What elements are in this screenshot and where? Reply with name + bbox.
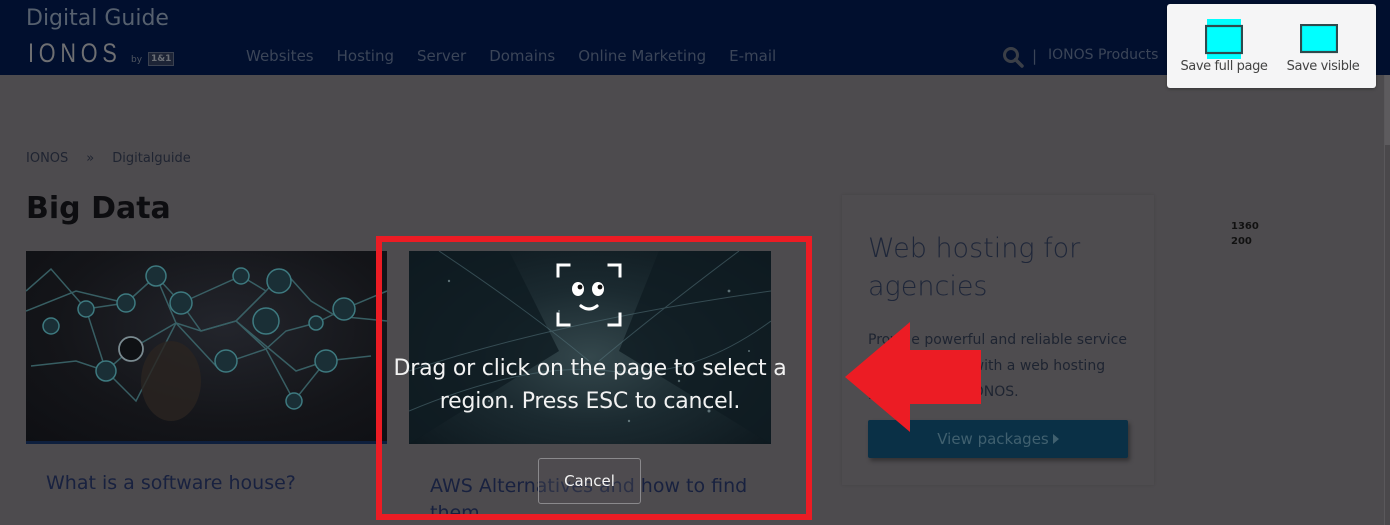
scrollbar-thumb[interactable]: [1385, 75, 1390, 145]
nav-online-marketing[interactable]: Online Marketing: [578, 47, 706, 65]
capture-toolbar: Save full page Save visible: [1167, 4, 1376, 88]
nav-server[interactable]: Server: [417, 47, 466, 65]
page-title: Big Data: [26, 191, 171, 226]
cancel-button[interactable]: Cancel: [538, 458, 641, 504]
cancel-label: Cancel: [564, 472, 615, 490]
smiley-capture-icon: [556, 263, 622, 327]
breadcrumb-digitalguide[interactable]: Digitalguide: [112, 151, 191, 166]
selection-instructions: Drag or click on the page to select a re…: [393, 356, 787, 414]
breadcrumb-separator: »: [86, 151, 95, 166]
search-icon[interactable]: [1002, 46, 1024, 68]
ionos-logo[interactable]: IONOS: [28, 38, 122, 69]
left-arrow-icon: [845, 322, 981, 432]
view-packages-label: View packages: [937, 430, 1049, 448]
ad-title: Web hosting for agencies: [868, 233, 1081, 302]
nav-email[interactable]: E-mail: [729, 47, 776, 65]
site-title[interactable]: Digital Guide: [26, 6, 169, 31]
coord-x: 1360: [1231, 221, 1259, 232]
full-page-icon: [1205, 19, 1243, 59]
nav-separator: |: [1032, 47, 1038, 65]
network-illustration: [26, 265, 387, 421]
ionos-products-link[interactable]: IONOS Products: [1048, 47, 1158, 63]
logo-partner-badge: 1&1: [148, 52, 175, 66]
breadcrumb-ionos[interactable]: IONOS: [26, 151, 68, 166]
nav-websites[interactable]: Websites: [246, 47, 314, 65]
article-title-software-house[interactable]: What is a software house?: [46, 472, 296, 494]
caret-right-icon: [1052, 434, 1059, 444]
logo-by-text: by: [131, 55, 143, 65]
nav-hosting[interactable]: Hosting: [337, 47, 394, 65]
save-visible-label: Save visible: [1286, 59, 1360, 74]
nav-domains[interactable]: Domains: [489, 47, 555, 65]
coord-y: 200: [1231, 236, 1252, 247]
breadcrumb: IONOS » Digitalguide: [26, 151, 191, 166]
save-full-page-label: Save full page: [1180, 59, 1268, 74]
visible-area-icon: [1300, 24, 1338, 54]
article-image-software-house[interactable]: [26, 251, 387, 444]
main-nav: Websites Hosting Server Domains Online M…: [246, 47, 776, 65]
cursor-coordinates: 1360 200: [1231, 219, 1259, 249]
